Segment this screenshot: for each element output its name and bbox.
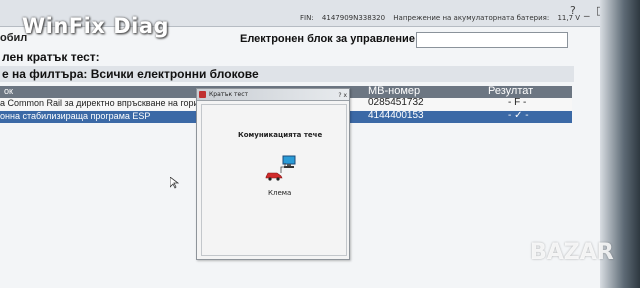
bazar-watermark: BAZAR bbox=[530, 240, 614, 265]
dialog-buttons: ? x bbox=[338, 90, 347, 101]
filter-label: е на филтъра: Всички електронни блокове bbox=[0, 66, 574, 82]
dialog-title-bar[interactable]: Кратък тест ? x bbox=[197, 89, 349, 101]
dialog-content: Комуникацията тече Клема bbox=[201, 104, 347, 256]
fin-value: 4147909N338320 bbox=[321, 14, 386, 22]
status-text: FIN: 4147909N338320 Напрежение на акумул… bbox=[300, 14, 586, 22]
connection-line-icon bbox=[280, 163, 286, 173]
voltage-label: Напрежение на акумулаторната батерия: bbox=[393, 14, 550, 22]
dialog-close-icon[interactable]: x bbox=[343, 92, 347, 99]
ecu-title: Електронен блок за управление bbox=[240, 33, 415, 45]
row-mb-number: 0285451732 bbox=[368, 97, 424, 108]
row-mb-number: 4144400153 bbox=[368, 110, 424, 121]
column-header-result[interactable]: Резултат bbox=[488, 85, 533, 97]
ecu-input-field[interactable] bbox=[416, 32, 568, 48]
row-name: онна стабилизираща програма ESP bbox=[0, 111, 151, 121]
voltage-value: 11,7 V bbox=[557, 14, 581, 22]
dialog-help-icon[interactable]: ? bbox=[338, 92, 341, 99]
fin-label: FIN: bbox=[300, 14, 314, 22]
brand-watermark: WinFix Diag bbox=[22, 14, 170, 38]
communication-label: Комуникацията тече bbox=[238, 131, 323, 139]
column-header-name[interactable]: ок bbox=[4, 86, 13, 96]
app-icon bbox=[199, 91, 206, 98]
dialog-title: Кратък тест bbox=[209, 91, 248, 98]
short-test-dialog: Кратък тест ? x Комуникацията тече Клема bbox=[196, 88, 350, 260]
help-icon[interactable]: ? bbox=[570, 4, 576, 17]
row-result: - ✓ - bbox=[508, 110, 529, 121]
mouse-cursor-icon bbox=[170, 177, 179, 189]
minimize-icon[interactable]: _ bbox=[584, 4, 590, 17]
short-test-label: лен кратък тест: bbox=[2, 50, 100, 64]
row-result: - F - bbox=[508, 97, 527, 108]
screen: FIN: 4147909N338320 Напрежение на акумул… bbox=[0, 0, 608, 288]
row-name: a Common Rail за директно впръскване на … bbox=[0, 98, 199, 108]
dialog-status-label: Клема bbox=[268, 189, 292, 197]
column-header-mb-number[interactable]: МВ-номер bbox=[368, 85, 420, 97]
